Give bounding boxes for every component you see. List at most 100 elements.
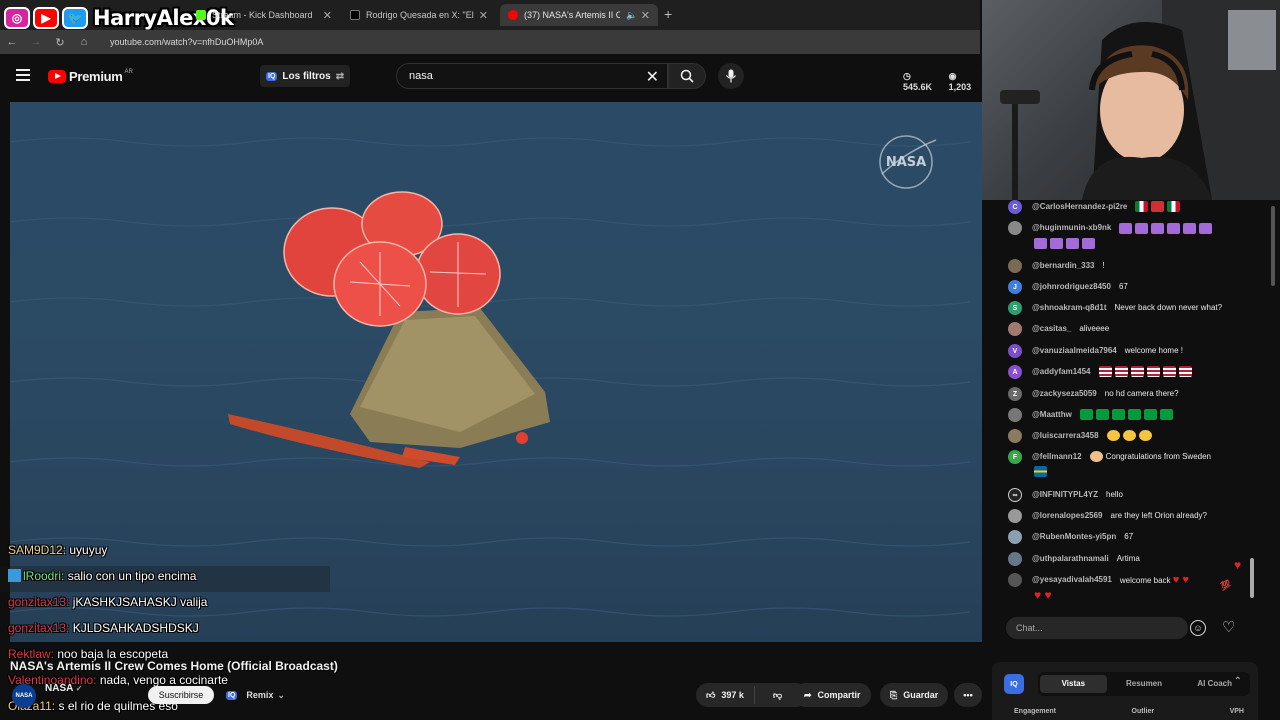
filters-button[interactable]: IQ Los filtros ⇄ <box>260 65 351 87</box>
avatar[interactable]: Z <box>1008 387 1022 401</box>
brand-label: Premium <box>69 69 123 84</box>
avatar[interactable] <box>1008 429 1022 443</box>
channel-name-text: NASA <box>45 683 73 694</box>
chat-username[interactable]: @vanuziaalmeida7964 <box>1032 344 1117 358</box>
back-icon[interactable]: ← <box>0 36 24 48</box>
like-dislike-group: 👍︎ 397 k 👎︎ <box>696 683 808 707</box>
overlay-chat-line: gonzitax13: jKASHKJSAHASKJ valija <box>8 595 208 609</box>
close-icon[interactable]: ✕ <box>323 9 332 22</box>
speaker-icon[interactable]: 🔈 <box>626 10 637 21</box>
avatar[interactable] <box>1008 530 1022 544</box>
avatar[interactable] <box>1008 552 1022 566</box>
search-button[interactable] <box>668 63 706 89</box>
kick-icon <box>196 10 206 20</box>
tab-title: Rodrigo Quesada en X: "El guio <box>366 10 474 20</box>
avatar[interactable]: V <box>1008 344 1022 358</box>
insights-panel: IQ Vistas Resumen AI Coach ⌃ Engagement … <box>992 662 1258 720</box>
overlay-chat-line: Valentinoandino: nada, vengo a cocinarte <box>8 673 228 687</box>
channel-avatar[interactable]: NASA <box>12 684 36 708</box>
avatar[interactable]: ∞ <box>1008 488 1022 502</box>
avatar[interactable]: J <box>1008 280 1022 294</box>
chat-emotes <box>1106 429 1155 443</box>
search-input[interactable]: nasa ✕ <box>396 63 668 89</box>
viewers-stat: ◉ 1,203 <box>948 71 972 92</box>
chat-emotes <box>1135 200 1183 214</box>
chat-username[interactable]: @zackyseza5059 <box>1032 387 1097 401</box>
remix-button[interactable]: IQ Remix ⌄ <box>226 686 285 704</box>
chat-username[interactable]: @shnoakram-q8d1t <box>1032 301 1106 315</box>
tab-title: (37) NASA's Artemis II Crew <box>524 10 620 20</box>
overlay-chat-line: lRoodri: salio con un tipo encima <box>8 569 196 583</box>
chat-text: ! <box>1102 261 1105 270</box>
tab-x-post[interactable]: Rodrigo Quesada en X: "El guio ✕ <box>342 4 496 26</box>
chat-username[interactable]: @CarlosHernandez-pi2re <box>1032 200 1127 214</box>
tab-youtube-video[interactable]: (37) NASA's Artemis II Crew 🔈 ✕ <box>500 4 658 26</box>
video-player[interactable]: NASA <box>10 102 982 642</box>
chat-placeholder: Chat... <box>1016 623 1043 633</box>
heart-icon[interactable]: ♡ <box>1222 618 1235 636</box>
youtube-icon: ▶ <box>33 7 59 29</box>
chat-username[interactable]: @INFINITYPL4YZ <box>1032 488 1098 502</box>
tab-kick-dashboard[interactable]: Stream - Kick Dashboard ✕ <box>188 4 340 26</box>
avatar[interactable] <box>1008 221 1022 235</box>
reload-icon[interactable]: ↻ <box>48 36 72 49</box>
subscribe-button[interactable]: Suscribirse <box>148 686 214 704</box>
chat-username[interactable]: @yesayadivalah4591 <box>1032 573 1112 587</box>
avatar[interactable]: S <box>1008 301 1022 315</box>
floating-heart-reaction: ♥ <box>1234 558 1242 572</box>
save-button[interactable]: ⎘ Guardar <box>880 683 949 707</box>
avatar[interactable] <box>1008 322 1022 336</box>
chat-scrollbar[interactable] <box>1271 206 1275 286</box>
x-icon <box>350 10 360 20</box>
clear-search-icon[interactable]: ✕ <box>646 67 659 87</box>
voice-search-button[interactable] <box>718 63 744 89</box>
tab-resumen[interactable]: Resumen <box>1111 675 1178 693</box>
chat-username[interactable]: @addyfam1454 <box>1032 365 1091 379</box>
chat-text: aliveeee <box>1079 324 1110 333</box>
chat-username[interactable]: @bernardin_333 <box>1032 259 1095 273</box>
chat-username[interactable]: @luiscarrera3458 <box>1032 429 1099 443</box>
avatar[interactable]: A <box>1008 365 1022 379</box>
avatar[interactable] <box>1008 259 1022 273</box>
tab-vistas[interactable]: Vistas <box>1040 675 1107 693</box>
more-actions-button[interactable]: ••• <box>954 683 982 707</box>
avatar[interactable]: F <box>1008 450 1022 464</box>
avatar[interactable] <box>1008 408 1022 422</box>
forward-icon[interactable]: → <box>24 36 48 48</box>
chat-username[interactable]: @johnrodriguez8450 <box>1032 280 1111 294</box>
chat-text: Never back down never what? <box>1114 303 1223 312</box>
share-button[interactable]: ➦ Compartir <box>794 683 871 707</box>
chat-username[interactable]: @casitas_ <box>1032 322 1071 336</box>
menu-icon[interactable] <box>16 69 30 81</box>
home-icon[interactable]: ⌂ <box>72 36 96 48</box>
close-icon[interactable]: ✕ <box>641 9 650 22</box>
like-button[interactable]: 👍︎ 397 k <box>696 686 755 704</box>
chat-input[interactable]: Chat... <box>1006 617 1188 639</box>
chat-username[interactable]: @RubenMontes-yi5pn <box>1032 530 1116 544</box>
chat-text: are they left Orion already? <box>1110 511 1208 520</box>
avatar[interactable]: C <box>1008 200 1022 214</box>
chat-message: @luiscarrera3458 <box>1008 429 1155 443</box>
remix-label: Remix <box>246 690 274 700</box>
dislike-button[interactable]: 👎︎ <box>761 690 794 701</box>
url-field[interactable]: youtube.com/watch?v=nfhDuOHMp0A <box>110 37 263 47</box>
chat-username[interactable]: @uthpalarathnamali <box>1032 552 1109 566</box>
new-tab-button[interactable]: + <box>664 6 672 22</box>
channel-name[interactable]: NASA ✓ <box>45 683 82 694</box>
emoji-icon[interactable]: ☺ <box>1190 620 1206 636</box>
chevron-up-icon[interactable]: ⌃ <box>1234 676 1242 687</box>
chat-message: S @shnoakram-q8d1t Never back down never… <box>1008 301 1222 315</box>
heart-emote: ♥ ♥ <box>1034 588 1052 602</box>
avatar[interactable] <box>1008 573 1022 587</box>
chat-text-with-emote: welcome back ♥ ♥ <box>1119 574 1189 586</box>
youtube-premium-logo[interactable]: Premium AR <box>48 69 133 84</box>
thumbs-down-icon: 👎︎ <box>772 689 783 700</box>
chat-username[interactable]: @lorenalopes2569 <box>1032 509 1103 523</box>
close-icon[interactable]: ✕ <box>479 9 488 22</box>
chat-username[interactable]: @fellmann12 <box>1032 450 1082 464</box>
chat-emotes <box>1098 365 1195 379</box>
chat-scroll-thumb[interactable] <box>1250 558 1254 598</box>
avatar[interactable] <box>1008 509 1022 523</box>
chat-username[interactable]: @Maatthw <box>1032 408 1072 422</box>
chat-username[interactable]: @huginmunin-xb9nk <box>1032 221 1111 235</box>
